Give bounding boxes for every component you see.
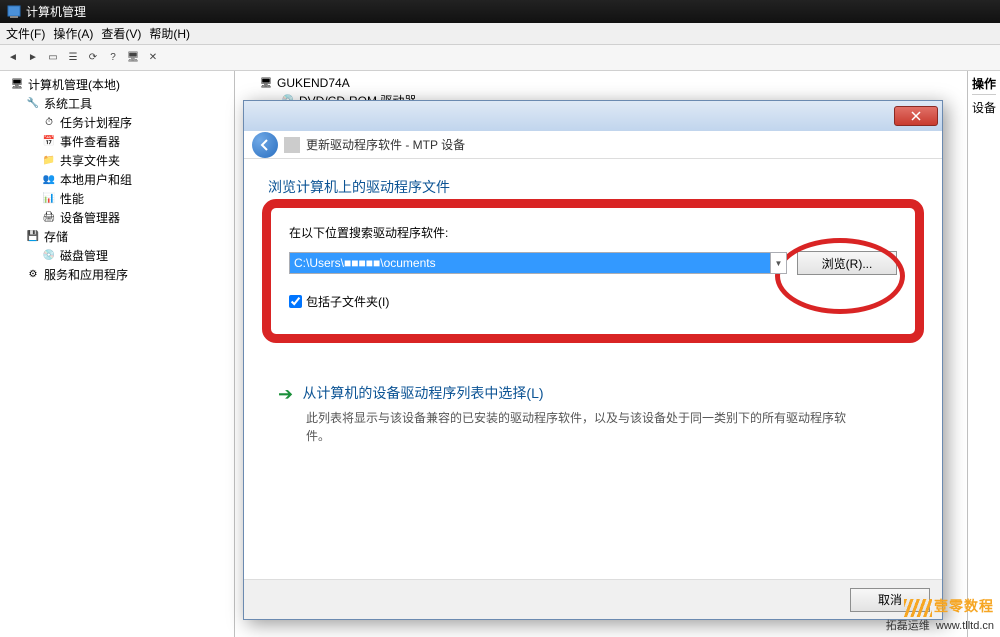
clock-icon: ⏱	[42, 116, 56, 130]
event-icon: 📅	[42, 135, 56, 149]
window-title: 计算机管理	[26, 3, 86, 20]
nav-back-icon[interactable]: ◄	[4, 49, 22, 67]
tree-root[interactable]: 🖥计算机管理(本地)	[0, 75, 234, 94]
include-subfolders-checkbox[interactable]	[289, 295, 302, 308]
back-arrow-icon	[258, 138, 272, 152]
dialog-body: 浏览计算机上的驱动程序文件 在以下位置搜索驱动程序软件: ▼ 浏览(R)... …	[244, 159, 942, 579]
tree-storage[interactable]: 💾存储	[0, 227, 234, 246]
browse-button[interactable]: 浏览(R)...	[797, 251, 897, 275]
close-icon	[911, 111, 921, 121]
properties-icon[interactable]: ☰	[64, 49, 82, 67]
dialog-footer: 取消	[244, 579, 942, 619]
menu-bar: 文件(F) 操作(A) 查看(V) 帮助(H)	[0, 23, 1000, 45]
menu-action[interactable]: 操作(A)	[53, 25, 93, 42]
watermark-brand: 壹零数程	[934, 598, 994, 614]
tree-shared-folders[interactable]: 📁共享文件夹	[0, 151, 234, 170]
search-label: 在以下位置搜索驱动程序软件:	[289, 224, 897, 241]
scan-icon[interactable]: 🖥	[124, 49, 142, 67]
include-subfolders-label: 包括子文件夹(I)	[306, 293, 389, 310]
perf-icon: 📊	[42, 192, 56, 206]
tree-performance[interactable]: 📊性能	[0, 189, 234, 208]
computer-icon: 🖥	[10, 78, 24, 92]
refresh-icon[interactable]: ⟳	[84, 49, 102, 67]
watermark-stripes-icon	[904, 599, 932, 617]
device-root[interactable]: 🖥GUKEND74A	[239, 75, 963, 91]
window-title-bar: 计算机管理	[0, 0, 1000, 23]
uninstall-icon[interactable]: ✕	[144, 49, 162, 67]
arrow-right-icon: ➔	[278, 384, 293, 404]
include-subfolders-row[interactable]: 包括子文件夹(I)	[289, 293, 897, 310]
driver-update-dialog: 更新驱动程序软件 - MTP 设备 浏览计算机上的驱动程序文件 在以下位置搜索驱…	[243, 100, 943, 620]
menu-view[interactable]: 查看(V)	[101, 25, 141, 42]
actions-header: 操作	[972, 75, 996, 95]
driver-icon	[284, 137, 300, 153]
menu-file[interactable]: 文件(F)	[6, 25, 45, 42]
nav-fwd-icon[interactable]: ►	[24, 49, 42, 67]
computer-icon: 🖥	[259, 76, 273, 90]
device-icon: 🖨	[42, 211, 56, 225]
services-icon: ⚙	[26, 268, 40, 282]
users-icon: 👥	[42, 173, 56, 187]
tree-disk-mgmt[interactable]: 💿磁盘管理	[0, 246, 234, 265]
actions-pane: 操作 设备	[968, 71, 1000, 637]
back-button[interactable]	[252, 132, 278, 158]
watermark-url: www.tlltd.cn	[936, 620, 994, 632]
section-heading: 浏览计算机上的驱动程序文件	[268, 177, 918, 197]
help-icon[interactable]: ?	[104, 49, 122, 67]
tree-event-viewer[interactable]: 📅事件查看器	[0, 132, 234, 151]
dialog-header: 更新驱动程序软件 - MTP 设备	[244, 131, 942, 159]
show-hide-icon[interactable]: ▭	[44, 49, 62, 67]
folder-icon: 📁	[42, 154, 56, 168]
tree-local-users[interactable]: 👥本地用户和组	[0, 170, 234, 189]
tree-task-scheduler[interactable]: ⏱任务计划程序	[0, 113, 234, 132]
dialog-title-text: 更新驱动程序软件 - MTP 设备	[306, 136, 465, 153]
tree-system-tools[interactable]: 🔧系统工具	[0, 94, 234, 113]
app-icon	[6, 4, 22, 20]
pick-from-list-option[interactable]: ➔ 从计算机的设备驱动程序列表中选择(L) 此列表将显示与该设备兼容的已安装的驱…	[268, 383, 918, 445]
left-tree-pane: 🖥计算机管理(本地) 🔧系统工具 ⏱任务计划程序 📅事件查看器 📁共享文件夹 👥…	[0, 71, 235, 637]
pick-from-list-desc: 此列表将显示与该设备兼容的已安装的驱动程序软件，以及与该设备处于同一类别下的所有…	[306, 409, 866, 445]
tree-services[interactable]: ⚙服务和应用程序	[0, 265, 234, 284]
tree-device-manager[interactable]: 🖨设备管理器	[0, 208, 234, 227]
storage-icon: 💾	[26, 230, 40, 244]
path-input[interactable]	[290, 253, 770, 273]
menu-help[interactable]: 帮助(H)	[149, 25, 190, 42]
actions-sub: 设备	[972, 99, 996, 116]
dropdown-button[interactable]: ▼	[770, 253, 786, 273]
toolbar: ◄ ► ▭ ☰ ⟳ ? 🖥 ✕	[0, 45, 1000, 71]
dialog-titlebar[interactable]	[244, 101, 942, 131]
watermark: 壹零数程 拓磊运维 www.tlltd.cn	[886, 596, 994, 633]
close-button[interactable]	[894, 106, 938, 126]
highlighted-region: 在以下位置搜索驱动程序软件: ▼ 浏览(R)... 包括子文件夹(I)	[262, 199, 924, 343]
pick-from-list-title: 从计算机的设备驱动程序列表中选择(L)	[302, 385, 543, 401]
disk-icon: 💿	[42, 249, 56, 263]
watermark-company: 拓磊运维	[886, 620, 930, 632]
tools-icon: 🔧	[26, 97, 40, 111]
path-combobox[interactable]: ▼	[289, 252, 787, 274]
